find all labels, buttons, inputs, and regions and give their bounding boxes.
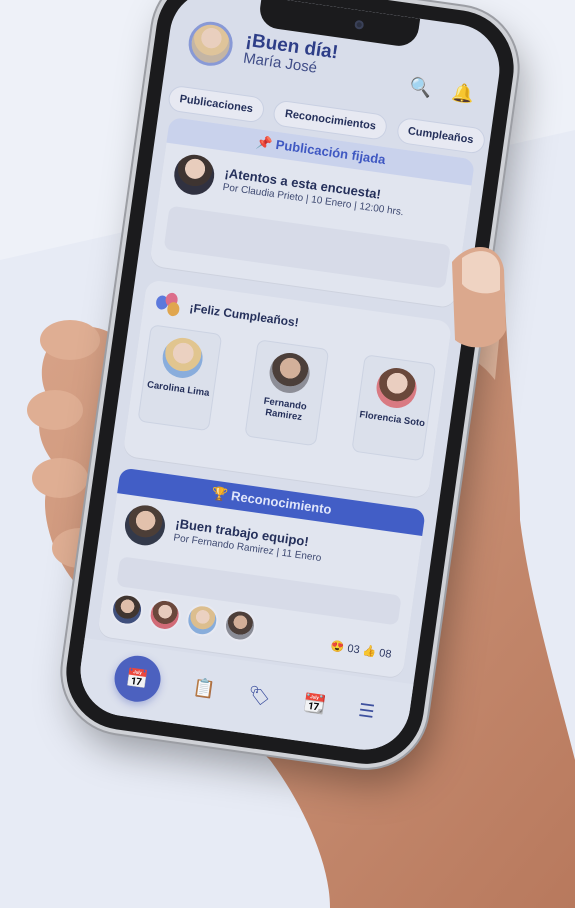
menu-icon[interactable]: ☰ xyxy=(357,699,376,722)
user-avatar[interactable] xyxy=(185,18,236,69)
birthday-person[interactable]: Florencia Soto xyxy=(351,354,437,462)
bell-icon[interactable]: 🔔 xyxy=(450,82,475,106)
clipboard-icon[interactable]: 📋 xyxy=(191,676,217,700)
face-avatar xyxy=(221,607,259,644)
calendar-icon[interactable]: 📅 xyxy=(111,652,164,705)
person-name: Carolina Lima xyxy=(146,379,211,399)
person-name: Fernando Ramirez xyxy=(263,395,308,424)
person-photo xyxy=(373,365,420,411)
tab-cumpleanos[interactable]: Cumpleaños xyxy=(395,116,487,155)
balloons-icon xyxy=(154,291,183,318)
author-avatar xyxy=(122,502,168,548)
reaction-count-a: 03 xyxy=(346,642,361,657)
recognition-text: ¡Buen trabajo equipo! Por Fernando Ramir… xyxy=(173,516,325,564)
trophy-icon: 🏆 xyxy=(210,485,229,503)
header-actions: 🔍 🔔 xyxy=(392,74,475,106)
birthday-person[interactable]: Carolina Lima xyxy=(137,324,223,432)
pinned-post-text: ¡Atentos a esta encuesta! Por Claudia Pr… xyxy=(222,165,407,218)
face-avatar xyxy=(146,596,183,634)
reactions[interactable]: 😍 03 👍 08 xyxy=(330,639,392,660)
birthday-person[interactable]: Fernando Ramirez xyxy=(244,339,330,447)
birthday-card: ¡Feliz Cumpleaños! Carolina Lima Fernand… xyxy=(122,279,453,499)
pin-icon: 📌 xyxy=(255,134,274,152)
search-icon[interactable]: 🔍 xyxy=(408,76,433,100)
greeting-block: ¡Buen día! María José xyxy=(242,30,339,80)
person-photo xyxy=(160,335,206,381)
face-avatar xyxy=(184,602,221,639)
reaction-count-b: 08 xyxy=(378,647,393,661)
author-avatar xyxy=(171,152,217,198)
person-photo xyxy=(266,350,313,396)
person-name: Florencia Soto xyxy=(358,409,426,430)
birthday-title: ¡Feliz Cumpleaños! xyxy=(188,300,300,330)
thumbs-up-icon: 👍 xyxy=(361,644,378,659)
tag-icon[interactable]: 🏷 xyxy=(246,684,272,708)
heart-eyes-icon: 😍 xyxy=(330,640,346,655)
face-avatar xyxy=(108,591,146,628)
calendar-notification-icon[interactable]: 📆 xyxy=(302,692,327,716)
